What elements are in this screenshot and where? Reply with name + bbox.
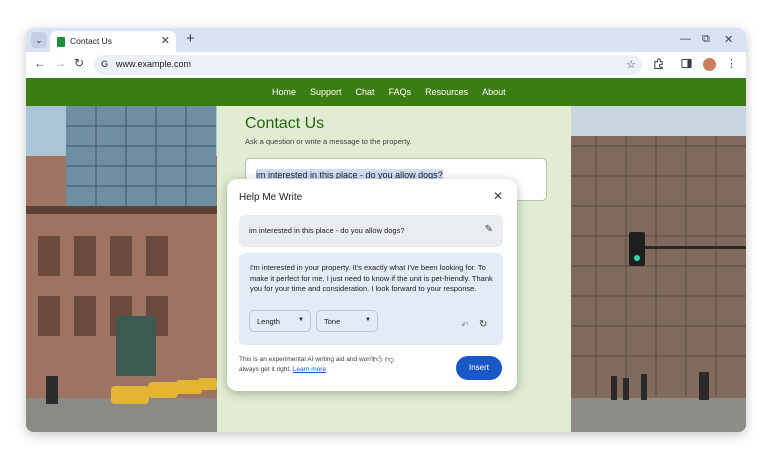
side-panel-icon[interactable] xyxy=(681,58,692,69)
nav-chat[interactable]: Chat xyxy=(356,87,375,97)
city-photo-left xyxy=(26,106,217,432)
address-bar[interactable]: G www.example.com ☆ xyxy=(94,55,642,75)
profile-avatar[interactable] xyxy=(703,58,716,71)
thumbs-down-icon[interactable]: 👎︎ xyxy=(385,354,394,364)
extensions-icon[interactable] xyxy=(653,58,664,69)
url-text: www.example.com xyxy=(116,59,192,69)
close-tab-icon[interactable]: ✕ xyxy=(161,34,170,47)
reload-icon[interactable]: ↻ xyxy=(74,56,84,70)
prompt-box[interactable]: im interested in this place - do you all… xyxy=(239,215,503,247)
page-subtitle: Ask a question or write a message to the… xyxy=(245,137,412,146)
nav-home[interactable]: Home xyxy=(272,87,296,97)
regenerate-icon[interactable]: ↻ xyxy=(479,319,487,330)
insert-button[interactable]: Insert xyxy=(456,356,502,380)
new-tab-icon[interactable]: + xyxy=(186,30,195,47)
nav-about[interactable]: About xyxy=(482,87,506,97)
chevron-down-icon: ▼ xyxy=(298,317,304,323)
tone-dropdown[interactable]: Tone ▼ xyxy=(316,310,378,332)
close-icon[interactable]: ✕ xyxy=(493,189,503,203)
page-title: Contact Us xyxy=(245,115,325,132)
google-icon: G xyxy=(101,59,109,69)
learn-more-link[interactable]: Learn more xyxy=(293,366,326,373)
tab-strip: ⌄ Contact Us ✕ + — ⧉ ✕ xyxy=(26,28,746,52)
result-box: I'm interested in your property. It's ex… xyxy=(239,253,503,345)
edit-pencil-icon[interactable]: ✎ xyxy=(485,224,493,235)
tab-title: Contact Us xyxy=(70,36,113,46)
sheet-favicon-icon xyxy=(57,37,65,47)
result-text: I'm interested in your property. It's ex… xyxy=(250,263,493,293)
length-label: Length xyxy=(257,317,280,326)
forward-icon[interactable]: → xyxy=(54,56,66,70)
bookmark-star-icon[interactable]: ☆ xyxy=(626,58,636,71)
restore-icon[interactable]: ⧉ xyxy=(702,33,710,46)
minimize-icon[interactable]: — xyxy=(680,33,691,45)
thumbs-up-icon[interactable]: 👍︎ xyxy=(373,354,382,364)
close-window-icon[interactable]: ✕ xyxy=(724,33,733,46)
tab-search-button[interactable]: ⌄ xyxy=(31,32,47,48)
help-me-write-dialog: Help Me Write ✕ im interested in this pl… xyxy=(227,179,517,391)
more-menu-icon[interactable]: ⋮ xyxy=(726,57,737,70)
back-icon[interactable]: ← xyxy=(34,56,46,70)
chevron-down-icon: ▼ xyxy=(365,317,371,323)
city-photo-right xyxy=(571,106,746,432)
undo-icon[interactable]: ↶ xyxy=(461,320,469,331)
disclaimer: This is an experimental AI writing aid a… xyxy=(239,355,389,375)
nav-support[interactable]: Support xyxy=(310,87,342,97)
browser-tab[interactable]: Contact Us ✕ xyxy=(50,31,176,52)
prompt-text: im interested in this place - do you all… xyxy=(249,226,405,235)
browser-toolbar: ← → ↻ G www.example.com ☆ ⋮ xyxy=(26,52,746,78)
nav-faqs[interactable]: FAQs xyxy=(389,87,412,97)
dialog-title: Help Me Write xyxy=(239,192,303,203)
site-navbar: Home Support Chat FAQs Resources About xyxy=(26,78,746,106)
tone-label: Tone xyxy=(324,317,341,326)
nav-resources[interactable]: Resources xyxy=(425,87,468,97)
feedback-icons: 👍︎ 👎︎ xyxy=(373,354,394,365)
length-dropdown[interactable]: Length ▼ xyxy=(249,310,311,332)
